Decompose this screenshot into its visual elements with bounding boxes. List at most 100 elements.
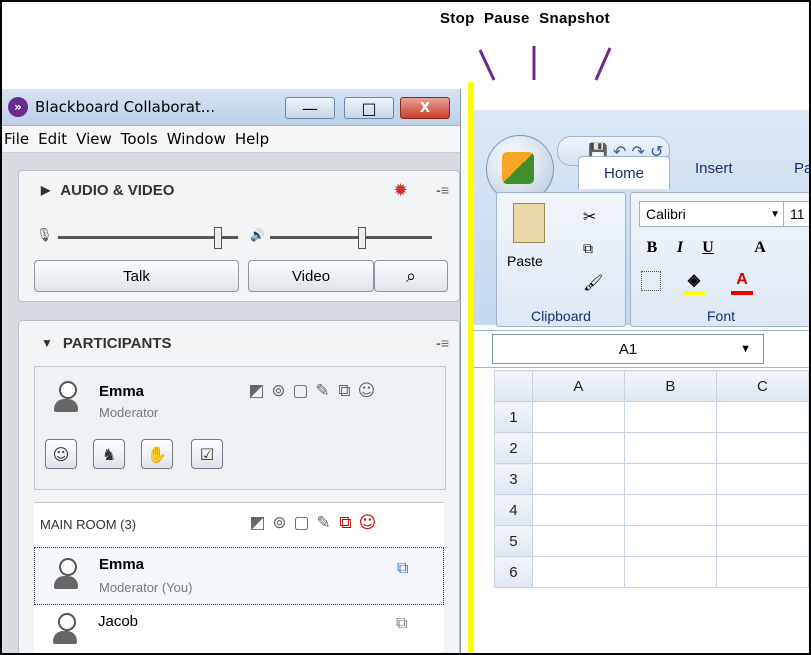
panel-menu-icon[interactable]: -≡ xyxy=(436,182,449,198)
moderator-icon: ⧉ xyxy=(396,613,408,632)
paste-icon[interactable] xyxy=(513,203,545,243)
cell[interactable] xyxy=(715,556,809,588)
maximize-button[interactable]: □ xyxy=(344,97,394,119)
font-size-box[interactable]: 11 xyxy=(783,201,809,227)
cell[interactable] xyxy=(623,401,717,433)
name-box[interactable]: A1 ▼ xyxy=(492,334,764,364)
chat-icon[interactable]: ▢ xyxy=(292,513,311,533)
clipboard-group: Paste ✂ ⧉ 🖌 Clipboard xyxy=(496,192,626,327)
menu-view[interactable]: View xyxy=(76,130,112,148)
column-header[interactable]: B xyxy=(623,370,717,402)
menu-help[interactable]: Help xyxy=(235,130,269,148)
cell[interactable] xyxy=(623,556,717,588)
tab-insert[interactable]: Insert xyxy=(695,160,733,177)
participants-header[interactable]: ▼ PARTICIPANTS -≡ xyxy=(19,321,459,365)
cell[interactable] xyxy=(531,432,625,464)
speaker-volume-track[interactable] xyxy=(270,236,432,239)
emoticon-denied-icon[interactable]: ☺ xyxy=(358,513,377,533)
tab-home[interactable]: Home xyxy=(578,156,670,189)
select-all-corner[interactable] xyxy=(494,370,533,402)
audio-sliders: 🎙 🔊 xyxy=(18,222,458,252)
cut-icon[interactable]: ✂ xyxy=(583,207,596,226)
menu-file[interactable]: File xyxy=(4,130,29,148)
blackboard-logo-icon: » xyxy=(8,97,28,117)
cell[interactable] xyxy=(715,401,809,433)
main-room-label: MAIN ROOM (3) xyxy=(40,517,137,532)
raise-hand-icon[interactable]: ✋ xyxy=(141,439,173,469)
format-painter-icon[interactable]: 🖌 xyxy=(583,273,603,292)
row-header[interactable]: 3 xyxy=(494,463,533,495)
mic-volume-track[interactable] xyxy=(58,236,238,239)
video-button[interactable]: Video xyxy=(248,260,374,292)
audio-video-header[interactable]: ▶ AUDIO & VIDEO ✹ -≡ xyxy=(19,171,459,209)
name-box-value: A1 xyxy=(618,340,638,358)
cell[interactable] xyxy=(531,463,625,495)
paste-label[interactable]: Paste xyxy=(507,253,543,269)
speaker-volume-thumb[interactable] xyxy=(358,227,366,249)
menu-window[interactable]: Window xyxy=(167,130,226,148)
participant-role: Moderator (You) xyxy=(99,580,193,595)
cell[interactable] xyxy=(531,556,625,588)
moderator-denied-icon[interactable]: ⧉ xyxy=(336,513,355,533)
row-header[interactable]: 5 xyxy=(494,525,533,557)
cell[interactable] xyxy=(715,494,809,526)
font-name-box[interactable]: Calibri ▼ xyxy=(639,201,787,227)
cell[interactable] xyxy=(623,432,717,464)
pencil-icon: ✎ xyxy=(315,381,330,401)
application-share-icon[interactable]: ◩ xyxy=(248,513,267,533)
list-item[interactable]: Jacob ⧉ xyxy=(34,607,442,653)
cell[interactable] xyxy=(715,525,809,557)
cell[interactable] xyxy=(623,463,717,495)
close-button[interactable]: X xyxy=(400,97,450,119)
cell[interactable] xyxy=(623,494,717,526)
copy-icon[interactable]: ⧉ xyxy=(583,241,593,257)
list-item[interactable]: Emma Moderator (You) ⧉ xyxy=(34,547,444,605)
menu-tools[interactable]: Tools xyxy=(121,130,158,148)
main-room-list: MAIN ROOM (3) ◩ ⊚ ▢ ✎ ⧉ ☺ Emma Moderator… xyxy=(34,502,444,653)
microphone-icon: 🎙 xyxy=(36,228,53,243)
cell[interactable] xyxy=(531,494,625,526)
minimize-button[interactable]: — xyxy=(285,97,335,119)
row-header[interactable]: 1 xyxy=(494,401,533,433)
grow-font-icon[interactable]: A xyxy=(749,237,771,259)
row-header[interactable]: 6 xyxy=(494,556,533,588)
settings-gear-icon[interactable]: ✹ xyxy=(394,181,407,199)
chat-icon: ▢ xyxy=(292,381,309,401)
cell[interactable] xyxy=(531,401,625,433)
pencil-icon[interactable]: ✎ xyxy=(314,513,333,533)
cell[interactable] xyxy=(623,525,717,557)
spreadsheet-grid: A B C 1 2 3 4 5 6 xyxy=(494,370,809,653)
bold-button[interactable]: B xyxy=(641,237,663,259)
tab-page-layout[interactable]: Pa xyxy=(794,160,809,177)
annotation-labels: Stop Pause Snapshot xyxy=(440,10,615,27)
cell[interactable] xyxy=(715,432,809,464)
step-away-icon[interactable]: ♞ xyxy=(93,439,125,469)
poll-checkbox-icon[interactable]: ☑ xyxy=(191,439,223,469)
font-color-icon[interactable]: A xyxy=(731,269,753,295)
column-header[interactable]: A xyxy=(531,370,625,402)
menu-edit[interactable]: Edit xyxy=(38,130,67,148)
borders-icon[interactable] xyxy=(641,271,661,291)
audio-video-title: AUDIO & VIDEO xyxy=(60,181,175,199)
fill-color-icon[interactable]: ◈ xyxy=(683,269,705,295)
participants-title: PARTICIPANTS xyxy=(62,334,172,352)
participant-name: Jacob xyxy=(98,613,139,630)
cell[interactable] xyxy=(715,463,809,495)
panel-menu-icon[interactable]: -≡ xyxy=(436,335,449,351)
avatar xyxy=(53,558,79,590)
pause-label: Pause xyxy=(484,10,530,27)
column-header[interactable]: C xyxy=(715,370,809,402)
cell[interactable] xyxy=(531,525,625,557)
row-header[interactable]: 2 xyxy=(494,432,533,464)
talk-button[interactable]: Talk xyxy=(34,260,239,292)
room-permission-icons: ◩ ⊚ ▢ ✎ ⧉ ☺ xyxy=(248,513,377,533)
mic-volume-thumb[interactable] xyxy=(214,227,222,249)
font-group-label: Font xyxy=(706,308,735,324)
row-header[interactable]: 4 xyxy=(494,494,533,526)
italic-button[interactable]: I xyxy=(669,237,691,259)
underline-button[interactable]: U xyxy=(697,237,719,259)
webcam-icon[interactable]: ⊚ xyxy=(270,513,289,533)
emoticon-status-icon[interactable]: ☺ xyxy=(45,439,77,469)
video-preview-icon[interactable]: ⌕ xyxy=(374,260,448,292)
font-name: Calibri xyxy=(646,206,686,222)
